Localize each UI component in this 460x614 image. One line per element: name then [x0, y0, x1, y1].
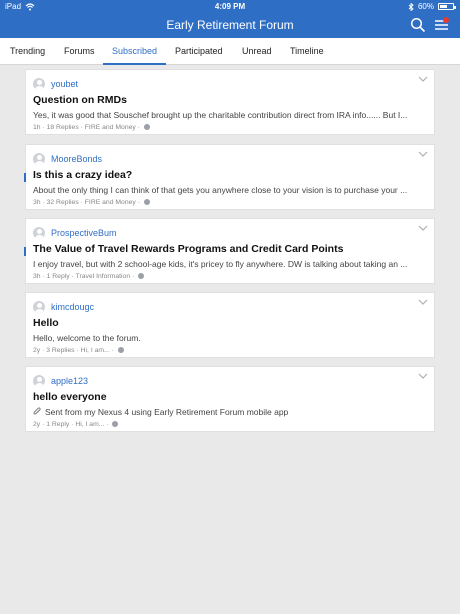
chevron-down-icon[interactable]	[418, 372, 428, 380]
topic-forum: FIRE and Money	[84, 199, 136, 206]
subscribed-check-icon	[117, 347, 124, 353]
topic-excerpt: Hello, welcome to the forum.	[33, 333, 141, 343]
avatar[interactable]	[33, 153, 45, 165]
paperclip-icon	[33, 407, 41, 415]
bluetooth-icon	[408, 2, 414, 11]
chevron-down-icon[interactable]	[418, 224, 428, 232]
topic-author[interactable]: MooreBonds	[51, 154, 102, 164]
clock: 4:09 PM	[214, 2, 246, 11]
topic-excerpt: Sent from my Nexus 4 using Early Retirem…	[33, 407, 428, 417]
topic-age: 3h	[33, 273, 41, 280]
notification-dot	[443, 17, 449, 23]
subscribed-check-icon	[138, 273, 145, 279]
subscribed-check-icon	[143, 199, 150, 205]
topic-replies: 18 Replies	[46, 124, 79, 131]
avatar[interactable]	[33, 301, 45, 313]
topic-author[interactable]: youbet	[51, 79, 78, 89]
tab-participated[interactable]: Participated	[175, 38, 223, 65]
topic-forum: Hi, I am...	[80, 347, 110, 354]
topic-replies: 1 Reply	[46, 421, 70, 428]
topic-meta: 3h · 32 Replies · FIRE and Money ·	[33, 199, 150, 206]
topic-age: 2y	[33, 421, 41, 428]
topic-age: 1h	[33, 124, 41, 131]
topic-card[interactable]: kimcdougc Hello Hello, welcome to the fo…	[25, 292, 435, 358]
tab-subscribed[interactable]: Subscribed	[103, 38, 167, 65]
page-title: Early Retirement Forum	[166, 18, 294, 32]
unread-indicator	[24, 247, 26, 256]
search-icon[interactable]	[410, 17, 426, 33]
topic-excerpt: About the only thing I can think of that…	[33, 185, 408, 195]
topic-forum: Hi, I am...	[75, 421, 105, 428]
topic-forum: Travel Information	[75, 273, 131, 280]
subscribed-check-icon	[112, 421, 119, 427]
tab-bar: Trending Forums Subscribed Participated …	[0, 38, 460, 65]
topic-title[interactable]: Question on RMDs	[33, 94, 127, 106]
topic-author[interactable]: ProspectiveBum	[51, 228, 117, 238]
status-bar: iPad 4:09 PM 60%	[0, 0, 460, 14]
topic-meta: 2y · 3 Replies · Hi, I am... ·	[33, 347, 124, 354]
avatar[interactable]	[33, 78, 45, 90]
topic-replies: 3 Replies	[46, 347, 75, 354]
battery-level	[440, 5, 448, 8]
topic-age: 3h	[33, 199, 41, 206]
avatar[interactable]	[33, 227, 45, 239]
avatar[interactable]	[33, 375, 45, 387]
topic-title[interactable]: Hello	[33, 317, 59, 329]
topic-replies: 32 Replies	[46, 199, 79, 206]
topic-replies: 1 Reply	[46, 273, 70, 280]
topic-forum: FIRE and Money	[84, 124, 136, 131]
tab-unread[interactable]: Unread	[242, 38, 272, 65]
app-header: iPad 4:09 PM 60% Early Retirement Forum	[0, 0, 460, 38]
topic-title[interactable]: The Value of Travel Rewards Programs and…	[33, 243, 343, 255]
topic-excerpt: Yes, it was good that Souschef brought u…	[33, 110, 408, 120]
chevron-down-icon[interactable]	[418, 150, 428, 158]
battery-percent: 60%	[417, 2, 434, 11]
tab-forums[interactable]: Forums	[64, 38, 95, 65]
topic-excerpt: I enjoy travel, but with 2 school-age ki…	[33, 259, 408, 269]
chevron-down-icon[interactable]	[418, 298, 428, 306]
topic-title[interactable]: hello everyone	[33, 391, 107, 403]
topic-excerpt-text: Sent from my Nexus 4 using Early Retirem…	[45, 407, 289, 417]
topic-author[interactable]: apple123	[51, 376, 88, 386]
subscribed-check-icon	[143, 124, 150, 130]
topic-card[interactable]: ProspectiveBum The Value of Travel Rewar…	[24, 218, 435, 284]
tab-trending[interactable]: Trending	[10, 38, 45, 65]
chevron-down-icon[interactable]	[418, 75, 428, 83]
topic-author[interactable]: kimcdougc	[51, 302, 94, 312]
unread-indicator	[24, 173, 26, 182]
topic-title[interactable]: Is this a crazy idea?	[33, 169, 132, 181]
topic-meta: 2y · 1 Reply · Hi, I am... ·	[33, 421, 119, 428]
topic-card[interactable]: MooreBonds Is this a crazy idea? About t…	[24, 144, 435, 210]
battery-icon	[438, 3, 456, 10]
tab-timeline[interactable]: Timeline	[290, 38, 324, 65]
topic-card[interactable]: youbet Question on RMDs Yes, it was good…	[25, 69, 435, 135]
topic-card[interactable]: apple123 hello everyone Sent from my Nex…	[25, 366, 435, 432]
topic-age: 2y	[33, 347, 41, 354]
topic-meta: 1h · 18 Replies · FIRE and Money ·	[33, 124, 150, 131]
topic-meta: 3h · 1 Reply · Travel Information ·	[33, 273, 145, 280]
